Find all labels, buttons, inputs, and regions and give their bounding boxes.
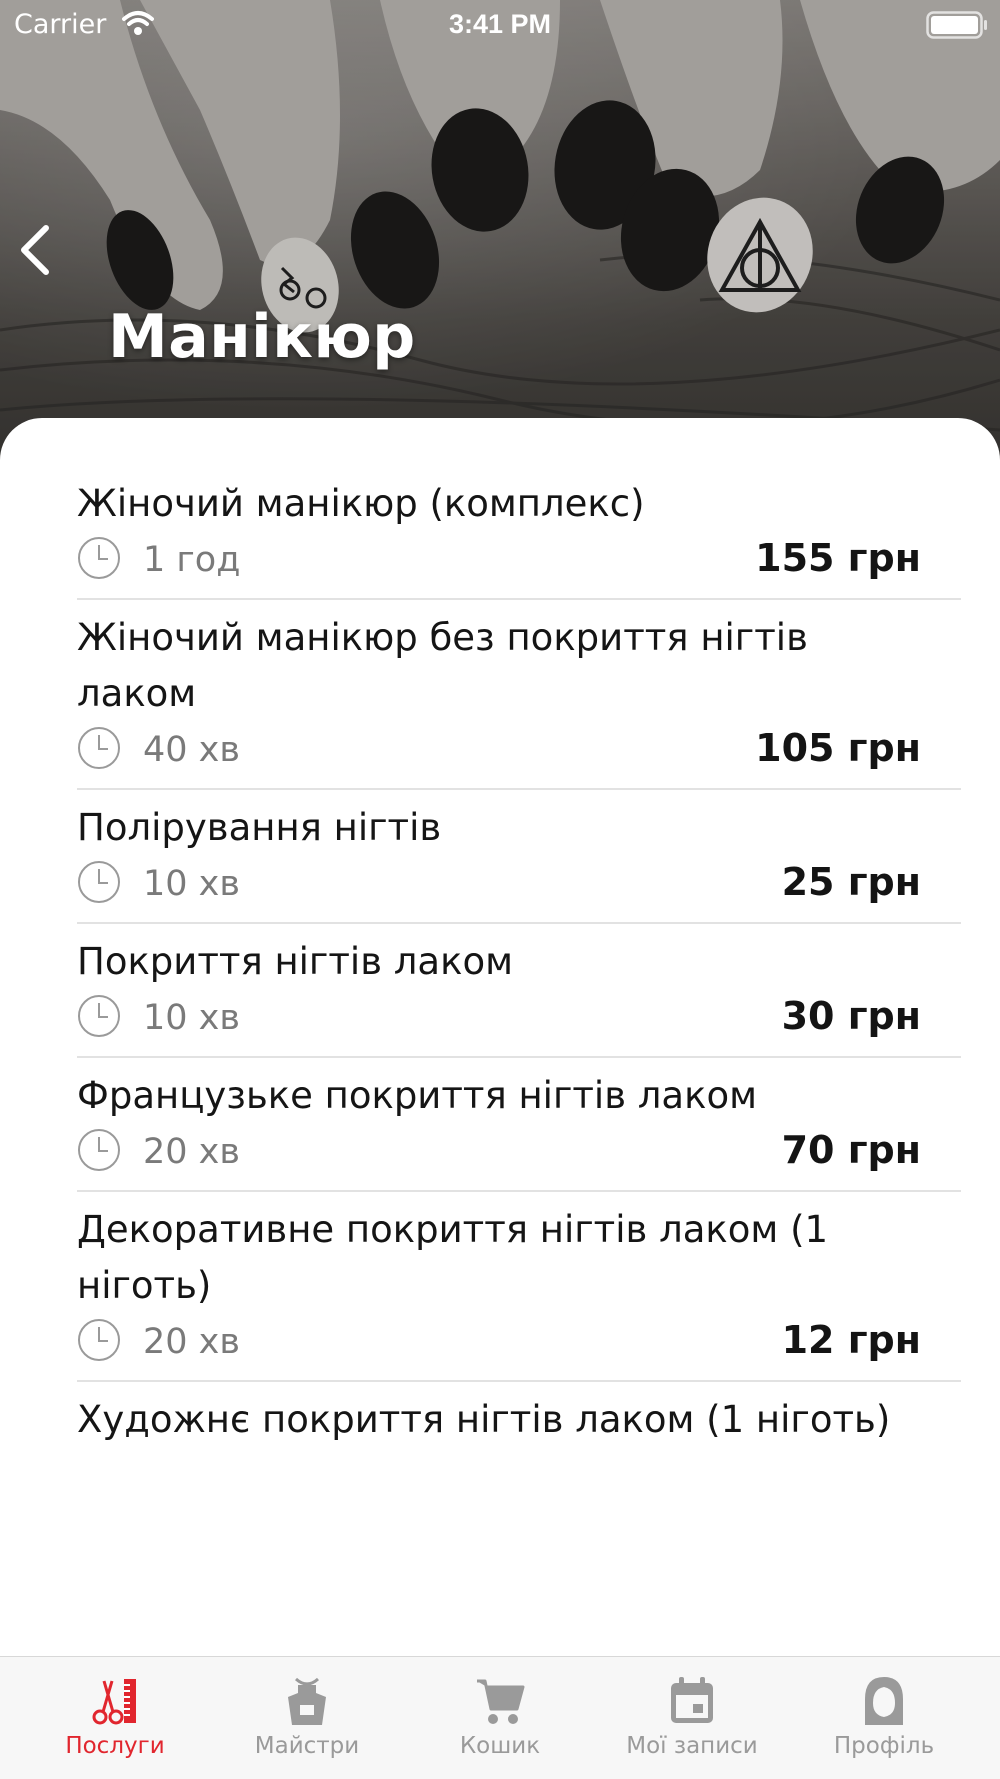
service-name: Французьке покриття нігтів лаком — [77, 1074, 758, 1117]
service-item[interactable]: Декоративне покриття нігтів лаком (1 ніг… — [77, 1192, 961, 1382]
status-time: 3:41 PM — [448, 9, 552, 39]
clock-icon — [78, 995, 120, 1037]
header-hero: Carrier 3:41 PM Манікюр — [0, 0, 1000, 460]
tab-label: Мої записи — [626, 1733, 758, 1759]
service-item[interactable]: Жіночий манікюр без покриття нігтів лако… — [77, 600, 961, 790]
service-duration: 40 хв — [143, 730, 241, 770]
service-name: Жіночий манікюр (комплекс) — [77, 482, 645, 525]
tab-bar: Послуги Майстри Кошик Мої записи Профіль — [0, 1656, 1000, 1779]
service-price: 30 грн — [781, 994, 921, 1038]
profile-icon — [865, 1677, 903, 1725]
tab-services[interactable]: Послуги — [15, 1657, 215, 1779]
tab-label: Майстри — [254, 1733, 360, 1759]
service-price: 155 грн — [755, 536, 921, 580]
clock-icon — [78, 1319, 120, 1361]
clock-icon — [78, 861, 120, 903]
tab-masters[interactable]: Майстри — [207, 1657, 407, 1779]
manicure-photo — [0, 0, 1000, 460]
tab-label: Профіль — [833, 1733, 935, 1759]
apron-icon — [288, 1677, 326, 1725]
tab-profile[interactable]: Профіль — [784, 1657, 984, 1779]
service-item[interactable]: Покриття нігтів лаком 10 хв 30 грн — [77, 924, 961, 1058]
service-price: 12 грн — [781, 1318, 921, 1362]
service-price: 25 грн — [781, 860, 921, 904]
status-bar: Carrier 3:41 PM — [0, 0, 1000, 50]
chevron-left-icon — [21, 225, 49, 275]
tab-cart[interactable]: Кошик — [400, 1657, 600, 1779]
clock-icon — [78, 727, 120, 769]
tab-label: Послуги — [65, 1733, 165, 1759]
service-duration: 20 хв — [143, 1132, 241, 1172]
service-item[interactable]: Полірування нігтів 10 хв 25 грн — [77, 790, 961, 924]
service-name: Художнє покриття нігтів лаком (1 ніготь) — [77, 1398, 891, 1441]
tab-appointments[interactable]: Мої записи — [592, 1657, 792, 1779]
service-item[interactable]: Художнє покриття нігтів лаком (1 ніготь) — [77, 1382, 961, 1448]
service-name: Жіночий манікюр без покриття нігтів лако… — [77, 616, 808, 715]
service-duration: 10 хв — [143, 998, 241, 1038]
scissors-comb-icon — [92, 1679, 136, 1725]
clock-icon — [78, 537, 120, 579]
service-duration: 20 хв — [143, 1322, 241, 1362]
battery-icon — [926, 11, 987, 39]
service-name: Полірування нігтів — [77, 806, 442, 849]
cart-icon — [477, 1679, 525, 1724]
service-name: Декоративне покриття нігтів лаком (1 ніг… — [77, 1208, 829, 1307]
service-item[interactable]: Французьке покриття нігтів лаком 20 хв 7… — [77, 1058, 961, 1192]
back-button[interactable] — [14, 220, 62, 280]
service-name: Покриття нігтів лаком — [77, 940, 513, 983]
calendar-icon — [671, 1677, 713, 1723]
service-price: 105 грн — [755, 726, 921, 770]
services-list: Жіночий манікюр (комплекс) 1 год 155 грн… — [0, 418, 1000, 1658]
service-duration: 1 год — [143, 540, 241, 580]
service-duration: 10 хв — [143, 864, 241, 904]
clock-icon — [78, 1129, 120, 1171]
service-price: 70 грн — [781, 1128, 921, 1172]
tab-label: Кошик — [459, 1733, 541, 1759]
service-item[interactable]: Жіночий манікюр (комплекс) 1 год 155 грн — [77, 466, 961, 600]
page-title: Манікюр — [108, 302, 416, 372]
